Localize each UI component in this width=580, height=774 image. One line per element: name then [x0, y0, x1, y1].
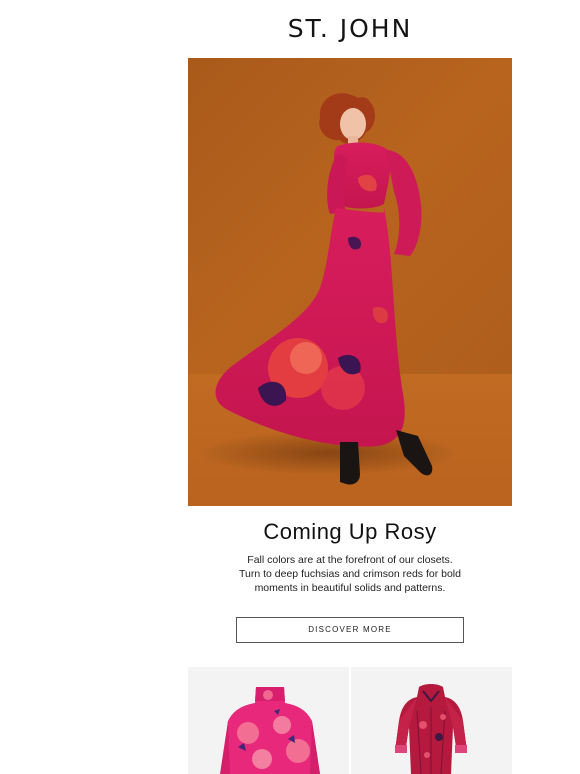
- headline: Coming Up Rosy: [263, 519, 437, 544]
- email-page: ST. JOHN Coming Up Rosy Fall colors are …: [0, 0, 580, 774]
- turtleneck-image: [220, 687, 320, 774]
- body-copy: Fall colors are at the forefront of our …: [218, 553, 482, 595]
- product-tile-dress[interactable]: [351, 667, 512, 774]
- brand-logo[interactable]: ST. JOHN: [188, 14, 512, 44]
- body-line: Fall colors are at the forefront of our …: [247, 554, 453, 566]
- hero-illustration: [188, 58, 512, 506]
- dress-image: [395, 684, 467, 774]
- hero-image[interactable]: [188, 58, 512, 506]
- body-line: moments in beautiful solids and patterns…: [254, 582, 446, 594]
- discover-more-button[interactable]: DISCOVER MORE: [236, 617, 464, 643]
- body-line: Turn to deep fuchsias and crimson reds f…: [239, 568, 461, 580]
- product-tile-turtleneck[interactable]: [188, 667, 349, 774]
